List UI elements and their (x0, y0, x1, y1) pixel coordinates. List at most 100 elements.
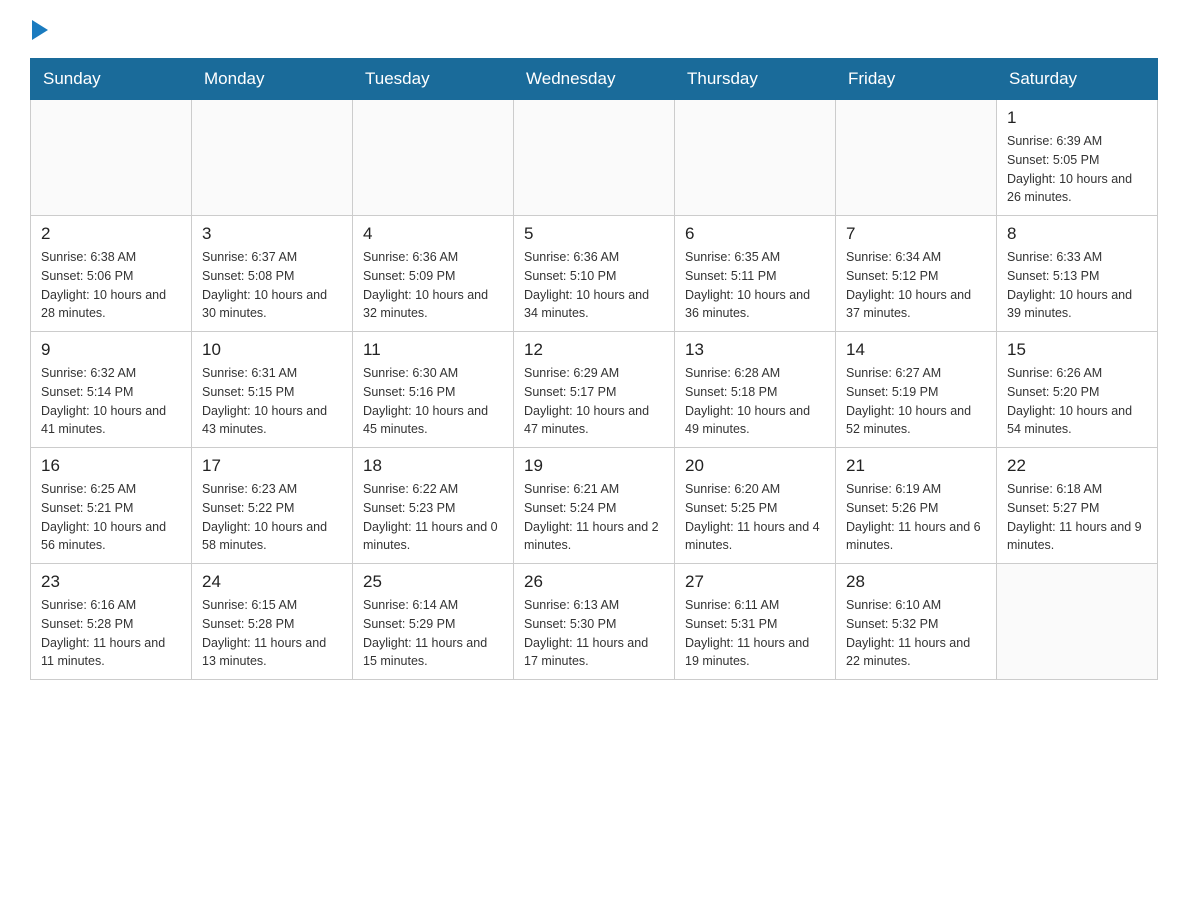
day-number: 21 (846, 456, 986, 476)
day-number: 10 (202, 340, 342, 360)
day-info: Sunrise: 6:32 AMSunset: 5:14 PMDaylight:… (41, 364, 181, 439)
weekday-header-thursday: Thursday (675, 59, 836, 100)
calendar-cell: 21 Sunrise: 6:19 AMSunset: 5:26 PMDayligh… (836, 448, 997, 564)
calendar-cell: 11 Sunrise: 6:30 AMSunset: 5:16 PMDayligh… (353, 332, 514, 448)
day-info: Sunrise: 6:16 AMSunset: 5:28 PMDaylight:… (41, 596, 181, 671)
day-info: Sunrise: 6:23 AMSunset: 5:22 PMDaylight:… (202, 480, 342, 555)
day-info: Sunrise: 6:18 AMSunset: 5:27 PMDaylight:… (1007, 480, 1147, 555)
calendar-week-4: 16 Sunrise: 6:25 AMSunset: 5:21 PMDayligh… (31, 448, 1158, 564)
calendar-cell (31, 100, 192, 216)
weekday-header-wednesday: Wednesday (514, 59, 675, 100)
calendar-cell: 22 Sunrise: 6:18 AMSunset: 5:27 PMDayligh… (997, 448, 1158, 564)
calendar-cell: 13 Sunrise: 6:28 AMSunset: 5:18 PMDayligh… (675, 332, 836, 448)
day-info: Sunrise: 6:29 AMSunset: 5:17 PMDaylight:… (524, 364, 664, 439)
day-number: 19 (524, 456, 664, 476)
calendar-cell: 12Sunrise: 6:29 AMSunset: 5:17 PMDayligh… (514, 332, 675, 448)
day-number: 24 (202, 572, 342, 592)
day-number: 18 (363, 456, 503, 476)
day-info: Sunrise: 6:22 AMSunset: 5:23 PMDaylight:… (363, 480, 503, 555)
logo-triangle-icon (32, 20, 48, 40)
calendar-cell: 15 Sunrise: 6:26 AMSunset: 5:20 PMDayligh… (997, 332, 1158, 448)
calendar-cell (836, 100, 997, 216)
day-info: Sunrise: 6:25 AMSunset: 5:21 PMDaylight:… (41, 480, 181, 555)
day-number: 13 (685, 340, 825, 360)
calendar-cell: 6 Sunrise: 6:35 AMSunset: 5:11 PMDaylight… (675, 216, 836, 332)
calendar-cell: 8 Sunrise: 6:33 AMSunset: 5:13 PMDaylight… (997, 216, 1158, 332)
day-number: 11 (363, 340, 503, 360)
calendar-cell: 9 Sunrise: 6:32 AMSunset: 5:14 PMDaylight… (31, 332, 192, 448)
day-info: Sunrise: 6:10 AMSunset: 5:32 PMDaylight:… (846, 596, 986, 671)
calendar-cell (514, 100, 675, 216)
weekday-header-sunday: Sunday (31, 59, 192, 100)
calendar-cell: 17 Sunrise: 6:23 AMSunset: 5:22 PMDayligh… (192, 448, 353, 564)
day-number: 20 (685, 456, 825, 476)
day-number: 6 (685, 224, 825, 244)
day-info: Sunrise: 6:26 AMSunset: 5:20 PMDaylight:… (1007, 364, 1147, 439)
day-info: Sunrise: 6:31 AMSunset: 5:15 PMDaylight:… (202, 364, 342, 439)
day-info: Sunrise: 6:39 AMSunset: 5:05 PMDaylight:… (1007, 132, 1147, 207)
day-info: Sunrise: 6:15 AMSunset: 5:28 PMDaylight:… (202, 596, 342, 671)
calendar-cell: 16 Sunrise: 6:25 AMSunset: 5:21 PMDayligh… (31, 448, 192, 564)
calendar-cell: 7Sunrise: 6:34 AMSunset: 5:12 PMDaylight… (836, 216, 997, 332)
calendar-cell: 20 Sunrise: 6:20 AMSunset: 5:25 PMDayligh… (675, 448, 836, 564)
calendar-cell (675, 100, 836, 216)
calendar-cell: 28 Sunrise: 6:10 AMSunset: 5:32 PMDayligh… (836, 564, 997, 680)
day-number: 9 (41, 340, 181, 360)
calendar-cell: 2 Sunrise: 6:38 AMSunset: 5:06 PMDaylight… (31, 216, 192, 332)
calendar-cell (353, 100, 514, 216)
day-number: 7 (846, 224, 986, 244)
calendar-week-2: 2 Sunrise: 6:38 AMSunset: 5:06 PMDaylight… (31, 216, 1158, 332)
day-info: Sunrise: 6:20 AMSunset: 5:25 PMDaylight:… (685, 480, 825, 555)
weekday-header-tuesday: Tuesday (353, 59, 514, 100)
day-number: 8 (1007, 224, 1147, 244)
calendar-cell: 23 Sunrise: 6:16 AMSunset: 5:28 PMDayligh… (31, 564, 192, 680)
day-number: 1 (1007, 108, 1147, 128)
day-number: 22 (1007, 456, 1147, 476)
calendar-cell: 4 Sunrise: 6:36 AMSunset: 5:09 PMDaylight… (353, 216, 514, 332)
calendar-week-3: 9 Sunrise: 6:32 AMSunset: 5:14 PMDaylight… (31, 332, 1158, 448)
calendar-cell: 24 Sunrise: 6:15 AMSunset: 5:28 PMDayligh… (192, 564, 353, 680)
page-header (30, 20, 1158, 38)
calendar-week-1: 1 Sunrise: 6:39 AMSunset: 5:05 PMDaylight… (31, 100, 1158, 216)
day-info: Sunrise: 6:11 AMSunset: 5:31 PMDaylight:… (685, 596, 825, 671)
day-info: Sunrise: 6:21 AMSunset: 5:24 PMDaylight:… (524, 480, 664, 555)
calendar-cell: 5 Sunrise: 6:36 AMSunset: 5:10 PMDaylight… (514, 216, 675, 332)
calendar-cell: 14Sunrise: 6:27 AMSunset: 5:19 PMDayligh… (836, 332, 997, 448)
day-info: Sunrise: 6:38 AMSunset: 5:06 PMDaylight:… (41, 248, 181, 323)
day-number: 2 (41, 224, 181, 244)
day-number: 23 (41, 572, 181, 592)
day-info: Sunrise: 6:36 AMSunset: 5:09 PMDaylight:… (363, 248, 503, 323)
day-number: 17 (202, 456, 342, 476)
calendar-table: SundayMondayTuesdayWednesdayThursdayFrid… (30, 58, 1158, 680)
weekday-header-monday: Monday (192, 59, 353, 100)
day-number: 15 (1007, 340, 1147, 360)
calendar-cell: 19 Sunrise: 6:21 AMSunset: 5:24 PMDayligh… (514, 448, 675, 564)
day-info: Sunrise: 6:33 AMSunset: 5:13 PMDaylight:… (1007, 248, 1147, 323)
day-number: 16 (41, 456, 181, 476)
calendar-cell: 18 Sunrise: 6:22 AMSunset: 5:23 PMDayligh… (353, 448, 514, 564)
day-number: 27 (685, 572, 825, 592)
day-info: Sunrise: 6:19 AMSunset: 5:26 PMDaylight:… (846, 480, 986, 555)
calendar-cell: 27 Sunrise: 6:11 AMSunset: 5:31 PMDayligh… (675, 564, 836, 680)
day-number: 28 (846, 572, 986, 592)
calendar-cell: 3 Sunrise: 6:37 AMSunset: 5:08 PMDaylight… (192, 216, 353, 332)
weekday-header-row: SundayMondayTuesdayWednesdayThursdayFrid… (31, 59, 1158, 100)
day-info: Sunrise: 6:30 AMSunset: 5:16 PMDaylight:… (363, 364, 503, 439)
day-info: Sunrise: 6:36 AMSunset: 5:10 PMDaylight:… (524, 248, 664, 323)
day-number: 26 (524, 572, 664, 592)
day-number: 3 (202, 224, 342, 244)
day-info: Sunrise: 6:35 AMSunset: 5:11 PMDaylight:… (685, 248, 825, 323)
calendar-cell: 25Sunrise: 6:14 AMSunset: 5:29 PMDayligh… (353, 564, 514, 680)
day-number: 4 (363, 224, 503, 244)
calendar-cell: 1 Sunrise: 6:39 AMSunset: 5:05 PMDaylight… (997, 100, 1158, 216)
weekday-header-friday: Friday (836, 59, 997, 100)
calendar-cell: 26 Sunrise: 6:13 AMSunset: 5:30 PMDayligh… (514, 564, 675, 680)
calendar-week-5: 23 Sunrise: 6:16 AMSunset: 5:28 PMDayligh… (31, 564, 1158, 680)
day-number: 5 (524, 224, 664, 244)
day-info: Sunrise: 6:13 AMSunset: 5:30 PMDaylight:… (524, 596, 664, 671)
day-number: 14 (846, 340, 986, 360)
day-info: Sunrise: 6:37 AMSunset: 5:08 PMDaylight:… (202, 248, 342, 323)
day-info: Sunrise: 6:28 AMSunset: 5:18 PMDaylight:… (685, 364, 825, 439)
day-info: Sunrise: 6:14 AMSunset: 5:29 PMDaylight:… (363, 596, 503, 671)
weekday-header-saturday: Saturday (997, 59, 1158, 100)
